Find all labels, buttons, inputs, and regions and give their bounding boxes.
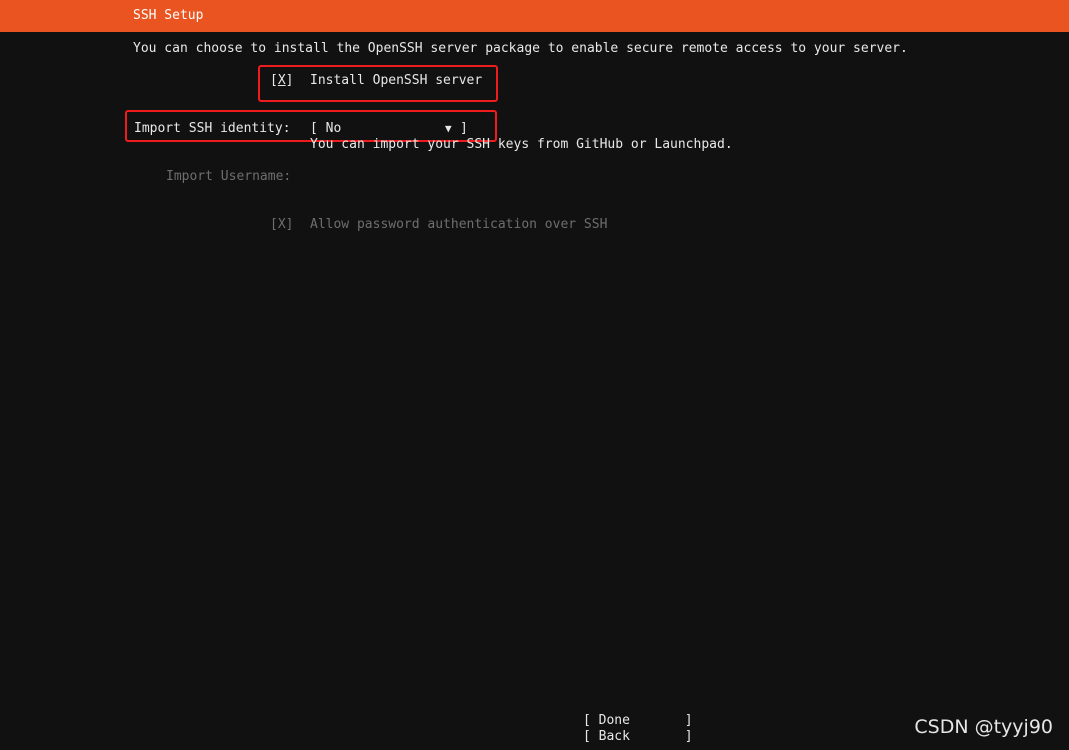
allow-password-label: Allow password authentication over SSH [310, 217, 608, 232]
done-button[interactable]: [ Done ] [583, 713, 693, 729]
import-identity-help: You can import your SSH keys from GitHub… [310, 137, 733, 152]
page-title: SSH Setup [133, 8, 204, 23]
back-button[interactable]: [ Back ] [583, 729, 693, 745]
import-username-input [310, 169, 610, 185]
intro-text: You can choose to install the OpenSSH se… [133, 41, 908, 56]
allow-password-checkbox: [X] [270, 217, 294, 232]
import-username-label: Import Username: [166, 169, 292, 184]
checkbox-mark: X [277, 73, 286, 88]
checkbox-open-bracket: [ [270, 73, 278, 88]
select-close-bracket: ] [460, 121, 468, 136]
install-openssh-label: Install OpenSSH server [310, 73, 483, 88]
checkbox-close-bracket: ] [285, 73, 294, 88]
header-bar: SSH Setup [0, 0, 1069, 32]
install-openssh-checkbox[interactable]: [X] [270, 73, 293, 89]
watermark: CSDN @tyyj90 [914, 716, 1053, 738]
import-identity-label: Import SSH identity: [134, 121, 291, 136]
select-value: [ No [310, 121, 342, 136]
chevron-down-icon: ▼ [445, 122, 452, 135]
import-identity-select[interactable]: [ No ▼ ] [310, 121, 470, 137]
